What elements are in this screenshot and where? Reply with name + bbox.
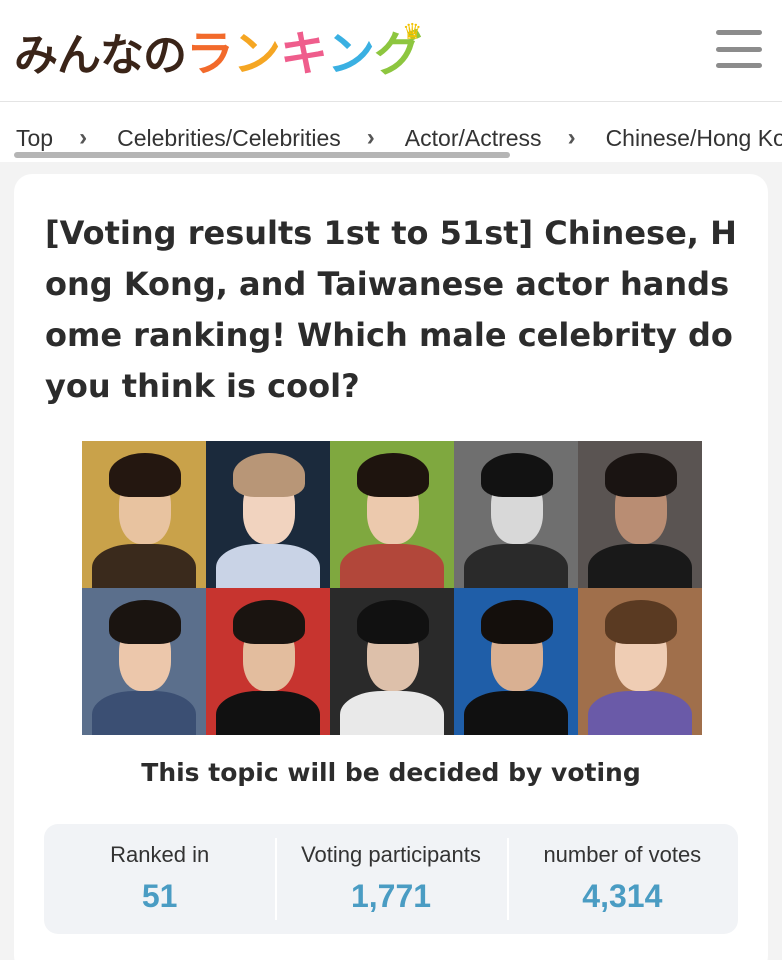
collage-photo [454,441,578,588]
portrait-shape [233,599,306,644]
portrait-shape [605,599,678,644]
chevron-right-icon: › [567,124,576,151]
breadcrumb-link[interactable]: Actor/Actress [405,125,542,152]
portrait-shape [587,690,693,735]
stat-label: Voting participants [301,842,481,867]
portrait-shape [463,543,569,588]
portrait-shape [463,690,569,735]
logo-char: ン [233,26,281,82]
logo-char: キ [280,26,328,82]
breadcrumb-row: Top › Celebrities/Celebrities › Actor/Actres… [16,124,782,152]
collage-photo [206,441,330,588]
collage-photo [82,588,206,735]
chevron-right-icon: › [366,124,375,151]
logo-char: ラ [186,26,234,82]
stat-value: 51 [141,878,178,914]
stat-label: number of votes [543,842,702,867]
collage-photo [578,441,702,588]
site-header: みんなの ランキング ♛ [0,0,782,102]
breadcrumb-scrollbar[interactable] [14,152,510,158]
breadcrumb-link[interactable]: Celebrities/Celebrities [117,125,341,152]
portrait-shape [357,599,430,644]
collage-photo [330,588,454,735]
portrait-shape [481,599,554,644]
logo-prefix: みんなの [14,30,187,81]
article-card: [Voting results 1st to 51st] Chinese, Ho… [14,174,768,960]
stat-voting-participants: Voting participants 1,771 [275,824,506,934]
portrait-shape [339,690,445,735]
stat-label: Ranked in [110,842,210,867]
stat-value: 1,771 [350,878,432,914]
logo-char: ン [327,26,375,82]
stats-panel: Ranked in 51 Voting participants 1,771 n… [44,824,738,934]
portrait-shape [233,452,306,497]
portrait-shape [605,452,678,497]
breadcrumb-link[interactable]: Chinese/Hong Kong [606,125,782,152]
site-logo[interactable]: みんなの ランキング ♛ [14,22,422,82]
page-title: [Voting results 1st to 51st] Chinese, Ho… [45,214,737,405]
voting-topic-note: This topic will be decided by voting [141,758,641,787]
actor-collage-image [82,441,702,735]
chevron-right-icon: › [79,124,88,151]
breadcrumb-link[interactable]: Top [16,125,53,152]
logo-ranking-text: ランキング ♛ [186,22,422,82]
portrait-shape [109,599,182,644]
stat-ranked-in: Ranked in 51 [44,824,275,934]
portrait-shape [339,543,445,588]
portrait-shape [91,543,197,588]
collage-photo [330,441,454,588]
stat-value: 4,314 [582,878,663,914]
collage-photo [578,588,702,735]
portrait-shape [215,690,321,735]
hamburger-menu-icon[interactable] [716,30,762,68]
collage-photo [206,588,330,735]
portrait-shape [215,543,321,588]
collage-photo [82,441,206,588]
crown-icon: ♛ [402,20,422,45]
portrait-shape [357,452,430,497]
portrait-shape [109,452,182,497]
stat-number-of-votes: number of votes 4,314 [506,824,738,934]
portrait-shape [481,452,554,497]
collage-photo [454,588,578,735]
portrait-shape [587,543,693,588]
portrait-shape [91,690,197,735]
